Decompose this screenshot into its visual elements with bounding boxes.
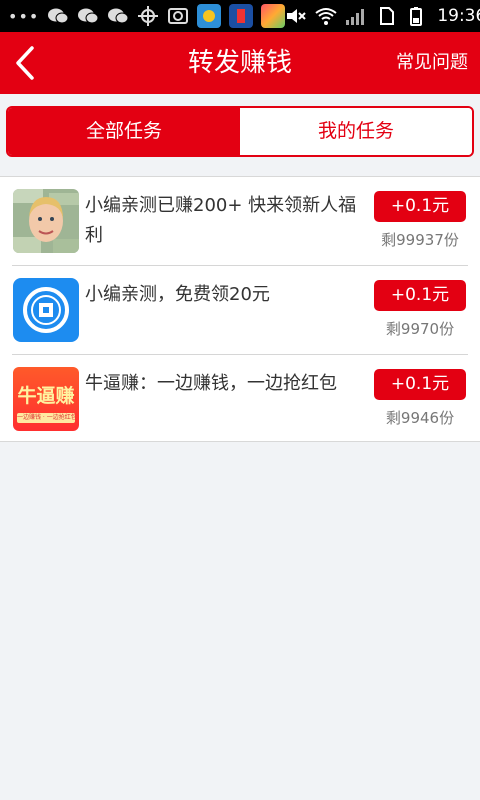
remaining-count: 剩9946份 (385, 409, 455, 427)
task-title: 小编亲测已赚200+ 快来领新人福利 (85, 195, 357, 246)
money-face-thumbnail (13, 189, 79, 253)
blue-coin-app-icon (13, 278, 79, 342)
reward-button[interactable]: +0.1元 (374, 280, 466, 311)
niubizhuan-logo-text: 牛逼赚 (17, 385, 75, 407)
more-dots-icon: ••• (8, 6, 40, 26)
signal-icon (345, 6, 367, 26)
list-item[interactable]: 小编亲测，免费领20元 +0.1元 剩9970份 (0, 266, 480, 355)
wechat-icon (47, 6, 69, 26)
niubizhuan-app-icon: 牛逼赚 一边赚钱 · 一边抢红包 (13, 367, 79, 431)
status-bar: ••• 19:3 (0, 0, 480, 32)
wifi-icon (315, 6, 337, 26)
tab-my-tasks[interactable]: 我的任务 (240, 108, 472, 155)
gps-icon (137, 6, 159, 26)
wechat-icon (77, 6, 99, 26)
task-title: 牛逼赚：一边赚钱，一边抢红包 (85, 373, 337, 394)
task-tabs: 全部任务 我的任务 (6, 106, 474, 157)
faq-button[interactable]: 常见问题 (396, 32, 468, 94)
battery-icon (405, 6, 427, 26)
wechat-icon (107, 6, 129, 26)
remaining-count: 剩99937份 (381, 231, 459, 249)
tab-all-tasks[interactable]: 全部任务 (8, 108, 240, 155)
niubizhuan-strip-text: 一边赚钱 · 一边抢红包 (17, 413, 75, 423)
task-title: 小编亲测，免费领20元 (85, 284, 270, 305)
app-header: 转发赚钱 常见问题 (0, 32, 480, 94)
weather-app-icon (197, 4, 222, 28)
reward-button[interactable]: +0.1元 (374, 369, 466, 400)
status-time: 19:36 (437, 6, 480, 26)
list-item[interactable]: 牛逼赚 一边赚钱 · 一边抢红包 牛逼赚：一边赚钱，一边抢红包 +0.1元 剩9… (0, 355, 480, 444)
photo-app-icon (261, 4, 286, 28)
sim-icon (375, 6, 397, 26)
remaining-count: 剩9970份 (385, 320, 455, 338)
reward-button[interactable]: +0.1元 (374, 191, 466, 222)
list-item[interactable]: 小编亲测已赚200+ 快来领新人福利 +0.1元 剩99937份 (0, 177, 480, 266)
screenshot-icon (167, 6, 189, 26)
mute-icon (285, 6, 307, 26)
blue-app-icon (229, 4, 254, 28)
task-list: 小编亲测已赚200+ 快来领新人福利 +0.1元 剩99937份 小编亲测，免费… (0, 176, 480, 442)
